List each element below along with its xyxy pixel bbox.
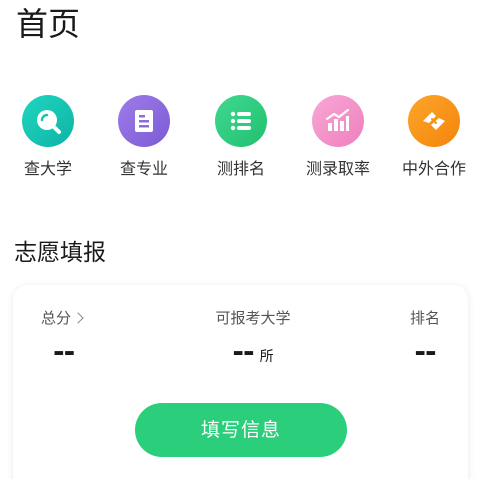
nav-item-find-university[interactable]: 查大学 <box>8 95 88 179</box>
section-title: 志愿填报 <box>14 240 106 266</box>
list-icon <box>215 95 267 147</box>
nav-label: 测录取率 <box>305 159 370 178</box>
ranking-label: 排名 <box>409 309 440 327</box>
nav-item-find-major[interactable]: 查专业 <box>104 95 184 179</box>
universities-unit: 所 <box>259 349 274 365</box>
nav-item-ranking-test[interactable]: 测排名 <box>201 95 281 179</box>
nav-label: 查大学 <box>23 159 72 178</box>
universities-label: 可报考大学 <box>215 309 291 327</box>
total-score-label: 总分 <box>41 307 84 329</box>
nav-label: 中外合作 <box>401 159 466 178</box>
page-title: 首页 <box>16 5 81 43</box>
document-icon <box>118 95 170 147</box>
nav-label: 查专业 <box>119 159 168 178</box>
universities-value: -- 所 <box>232 335 274 368</box>
nav-item-admission-rate[interactable]: 测录取率 <box>298 95 378 179</box>
quick-nav: 查大学 查专业 测排名 测录取率 中外合作 <box>0 95 477 185</box>
chevron-right-icon <box>72 312 84 324</box>
universities-stat: 可报考大学 -- 所 <box>203 307 303 372</box>
nav-item-sino-foreign[interactable]: 中外合作 <box>394 95 474 179</box>
fill-info-button[interactable]: 填写信息 <box>135 403 347 457</box>
bar-chart-icon <box>312 95 364 147</box>
total-score-stat[interactable]: 总分 -- <box>41 307 84 368</box>
ranking-stat: 排名 -- <box>405 307 445 367</box>
volunteer-card: 总分 -- 可报考大学 -- 所 排名 -- 填写信息 <box>13 285 468 479</box>
total-score-value: -- <box>53 335 75 368</box>
search-icon <box>22 95 74 147</box>
nav-label: 测排名 <box>216 159 265 178</box>
ranking-value: -- <box>414 335 436 368</box>
handshake-icon <box>408 95 460 147</box>
home-page: 首页 查大学 查专业 测排名 测录取率 中外合作 志愿填报 总分 -- 可报考大… <box>0 0 477 479</box>
